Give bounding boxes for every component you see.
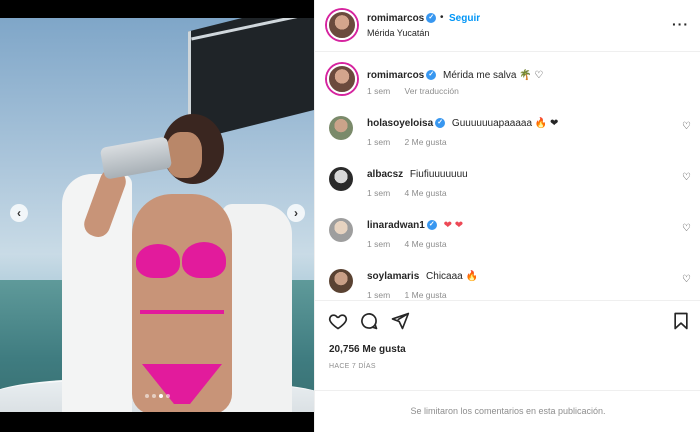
photo-tumbler [99, 136, 173, 180]
comment-username[interactable]: holasoyeloisa ✓ [367, 118, 446, 129]
comment-time[interactable]: 1 sem [367, 137, 390, 147]
comment-avatar[interactable] [329, 116, 353, 140]
post-photo[interactable]: ‹ › [0, 18, 314, 412]
photo-top-left [136, 244, 180, 278]
comments-limited-notice: Se limitaron los comentarios en esta pub… [315, 390, 700, 432]
comment-username-text[interactable]: holasoyeloisa [367, 118, 433, 129]
comments-list[interactable]: romimarcos ✓ Mérida me salva 🌴 ♡ 1 sem Ve… [315, 52, 700, 300]
carousel-prev-button[interactable]: ‹ [10, 204, 28, 222]
author-username-text[interactable]: romimarcos [367, 13, 424, 24]
post-modal: ‹ › romimarcos ✓ • Seguir Mérida Yucatán … [0, 0, 700, 432]
carousel-dot [152, 394, 156, 398]
comment-avatar[interactable] [329, 167, 353, 191]
follow-separator: • [440, 12, 444, 23]
paper-plane-icon[interactable] [390, 311, 410, 331]
author-avatar[interactable] [327, 10, 357, 40]
bookmark-icon[interactable] [671, 311, 691, 331]
heart-outline-icon[interactable]: ♡ [682, 121, 691, 132]
photo-robe-right [222, 204, 292, 412]
caption-text-line: romimarcos ✓ Mérida me salva 🌴 ♡ [367, 70, 543, 81]
comment-like-count[interactable]: 1 Me gusta [405, 290, 447, 300]
photo-person [62, 114, 292, 412]
post-actions: 20,756 Me gusta HACE 7 DÍAS [315, 300, 700, 390]
like-count[interactable]: 20,756 Me gusta [329, 344, 406, 355]
comment-bubble-icon[interactable] [359, 311, 379, 331]
carousel-dot [145, 394, 149, 398]
comment-username[interactable]: soylamaris [367, 271, 419, 282]
comment-text: Fiufiuuuuuuu [409, 169, 468, 180]
post-location[interactable]: Mérida Yucatán [367, 28, 429, 38]
post-header: romimarcos ✓ • Seguir Mérida Yucatán ··· [315, 0, 700, 52]
comment-meta: 1 sem 4 Me gusta [367, 188, 459, 198]
post-timestamp[interactable]: HACE 7 DÍAS [329, 363, 376, 370]
comment-text: Guuuuuuapaaaaa 🔥 ❤ [451, 118, 559, 129]
photo-face [166, 132, 202, 178]
heart-outline-icon[interactable]: ♡ [682, 223, 691, 234]
comment-meta: 1 sem 2 Me gusta [367, 137, 459, 147]
comment-avatar[interactable] [329, 218, 353, 242]
caption-meta: 1 sem Ver traducción [367, 86, 471, 96]
comment-meta: 1 sem 1 Me gusta [367, 290, 459, 300]
comment-username[interactable]: albacsz [367, 169, 403, 180]
comment-text: ❤ ❤ [443, 220, 464, 231]
caption-username[interactable]: romimarcos ✓ [367, 70, 437, 81]
comment-text: Chicaaa 🔥 [426, 271, 478, 282]
comment-avatar[interactable] [329, 269, 353, 293]
author-username[interactable]: romimarcos ✓ [367, 13, 437, 24]
comment-username[interactable]: linaradwan1 ✓ [367, 220, 437, 231]
verified-badge-icon: ✓ [426, 220, 437, 231]
caption-avatar[interactable] [327, 64, 357, 94]
carousel-dot [166, 394, 170, 398]
heart-outline-icon[interactable] [328, 311, 348, 331]
comment-time[interactable]: 1 sem [367, 188, 390, 198]
comment-time[interactable]: 1 sem [367, 239, 390, 249]
comment-like-count[interactable]: 4 Me gusta [405, 239, 447, 249]
carousel-dot-active [159, 394, 163, 398]
follow-button[interactable]: Seguir [449, 13, 480, 24]
heart-outline-icon[interactable]: ♡ [682, 172, 691, 183]
comment-like-count[interactable]: 2 Me gusta [405, 137, 447, 147]
carousel-next-button[interactable]: › [287, 204, 305, 222]
comment-text-line: holasoyeloisa ✓ Guuuuuuapaaaaa 🔥 ❤ [367, 118, 558, 129]
photo-strap [140, 310, 224, 314]
more-horizontal-icon[interactable]: ··· [672, 16, 689, 32]
post-detail-panel: romimarcos ✓ • Seguir Mérida Yucatán ··· … [314, 0, 700, 432]
verified-badge-icon: ✓ [426, 13, 437, 24]
carousel-indicator [145, 394, 170, 398]
chevron-right-icon: › [294, 206, 298, 220]
comment-text-line: albacsz Fiufiuuuuuuu [367, 169, 468, 180]
comment-text-line: linaradwan1 ✓ ❤ ❤ [367, 220, 463, 231]
chevron-left-icon: ‹ [17, 206, 21, 220]
verified-badge-icon: ✓ [435, 118, 446, 129]
comment-username-text[interactable]: linaradwan1 [367, 220, 425, 231]
comment-text-line: soylamaris Chicaaa 🔥 [367, 271, 478, 282]
comment-meta: 1 sem 4 Me gusta [367, 239, 459, 249]
caption-text: Mérida me salva 🌴 ♡ [443, 70, 544, 81]
comment-time[interactable]: 1 sem [367, 290, 390, 300]
heart-outline-icon[interactable]: ♡ [682, 274, 691, 285]
caption-username-text[interactable]: romimarcos [367, 70, 424, 81]
caption-time[interactable]: 1 sem [367, 86, 390, 96]
verified-badge-icon: ✓ [426, 70, 437, 81]
comment-like-count[interactable]: 4 Me gusta [405, 188, 447, 198]
see-translation-link[interactable]: Ver traducción [405, 86, 459, 96]
photo-top-right [182, 242, 226, 278]
